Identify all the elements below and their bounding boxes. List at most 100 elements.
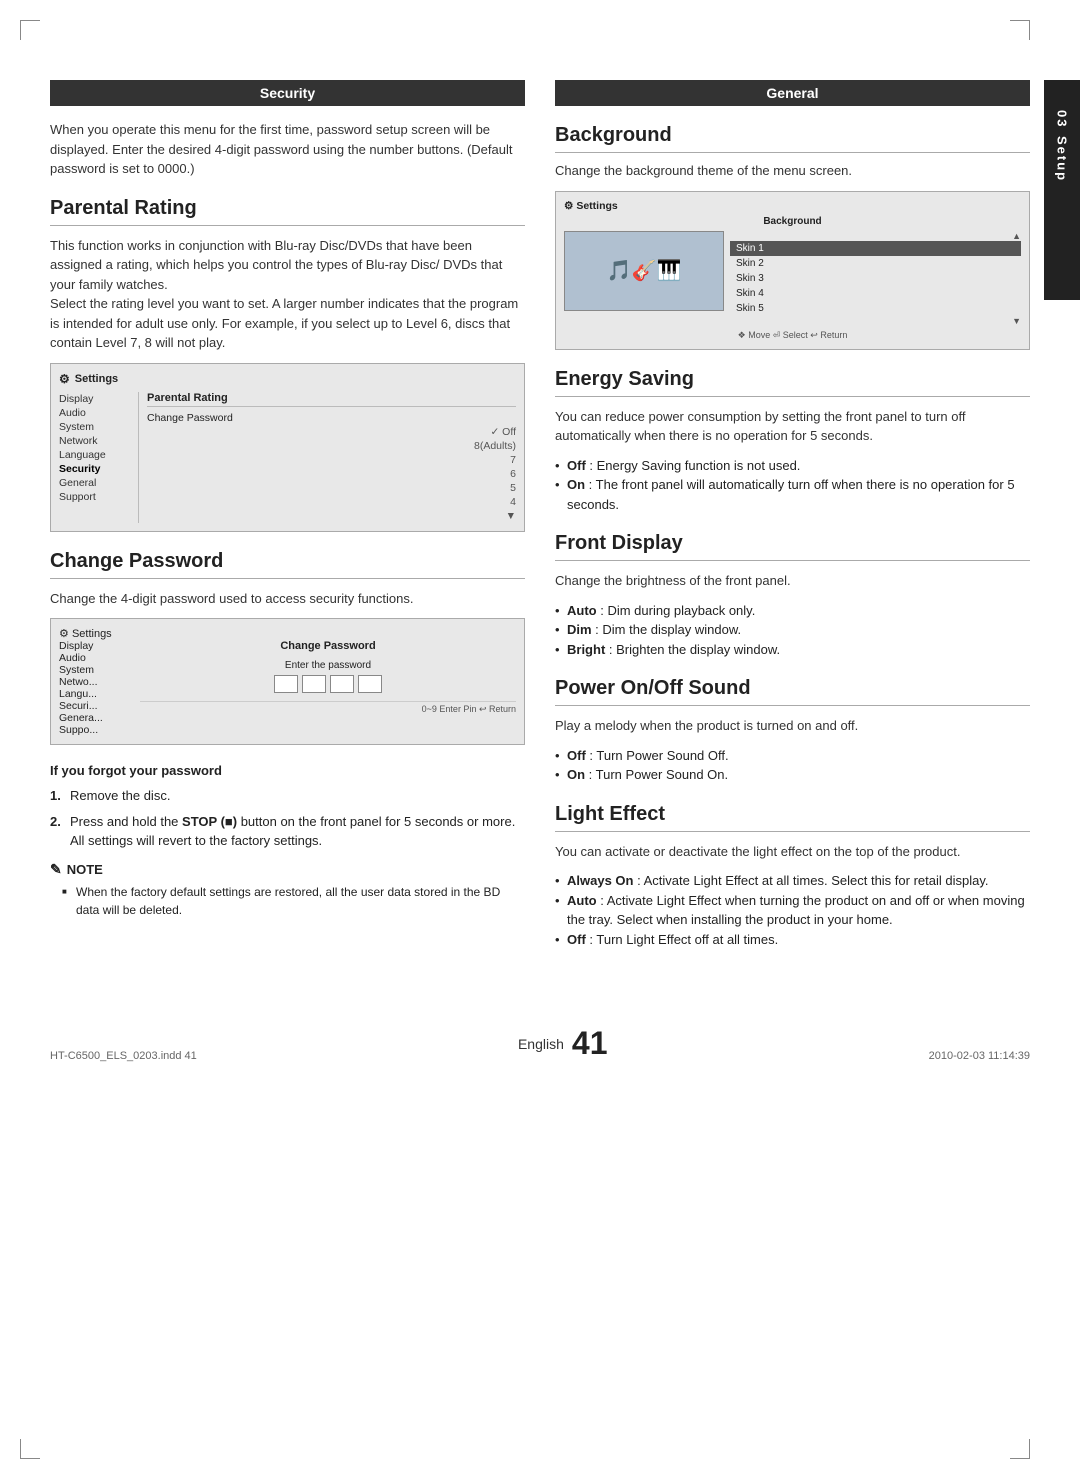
cp-menu-display: Display	[59, 640, 134, 652]
gear-icon-bg: ⚙	[564, 200, 576, 212]
ps-off: Off : Turn Power Sound Off.	[555, 746, 1030, 766]
skin-4: Skin 4	[730, 286, 1021, 301]
forgot-password-section: If you forgot your password 1. Remove th…	[50, 763, 525, 919]
cp-menu-network: Netwo...	[59, 676, 134, 688]
gear-icon-cp: ⚙	[59, 628, 69, 640]
energy-saving-bullets: Off : Energy Saving function is not used…	[555, 456, 1030, 515]
parental-rating-mockup: ⚙ Settings Display Audio System Network …	[50, 363, 525, 532]
mockup-right-content: Parental Rating Change Password ✓ Off 8(…	[139, 392, 516, 523]
change-password-mockup: ⚙ Settings Display Audio System Netwo...…	[50, 618, 525, 745]
note-list: When the factory default settings are re…	[50, 883, 525, 919]
mockup-row-5: 5	[147, 481, 516, 495]
skin-5: Skin 5	[730, 301, 1021, 316]
page-footer: HT-C6500_ELS_0203.indd 41 English 41 201…	[0, 1015, 1080, 1072]
cp-menu-language: Langu...	[59, 688, 134, 700]
note-item-1: When the factory default settings are re…	[62, 883, 525, 919]
power-sound-body: Play a melody when the product is turned…	[555, 716, 1030, 736]
note-title: ✎ NOTE	[50, 861, 525, 878]
content-wrapper: Security When you operate this menu for …	[0, 40, 1080, 995]
mockup-row-off: ✓ Off	[147, 425, 516, 439]
energy-off: Off : Energy Saving function is not used…	[555, 456, 1030, 476]
light-effect-title: Light Effect	[555, 803, 1030, 832]
mockup-row-arrow: ▼	[147, 509, 516, 523]
front-display-title: Front Display	[555, 532, 1030, 561]
menu-general: General	[59, 476, 132, 490]
menu-display: Display	[59, 392, 132, 406]
bg-mock-settings-label: Settings	[576, 200, 617, 212]
le-always-on: Always On : Activate Light Effect at all…	[555, 871, 1030, 891]
mockup-left-menu: Display Audio System Network Language Se…	[59, 392, 139, 523]
skin-1: Skin 1	[730, 241, 1021, 256]
energy-on: On : The front panel will automatically …	[555, 475, 1030, 514]
menu-audio: Audio	[59, 406, 132, 420]
light-effect-body: You can activate or deactivate the light…	[555, 842, 1030, 862]
bg-mock-nav: ❖ Move ⏎ Select ↩ Return	[564, 330, 1021, 341]
cp-menu-audio: Audio	[59, 652, 134, 664]
side-tab-number: 03	[1055, 110, 1070, 128]
corner-mark-bl	[20, 1439, 40, 1459]
power-sound-title: Power On/Off Sound	[555, 677, 1030, 706]
note-label: NOTE	[67, 862, 103, 877]
energy-saving-body: You can reduce power consumption by sett…	[555, 407, 1030, 446]
mockup-title: ⚙ Settings	[59, 372, 516, 386]
mockup-row-changepass: Change Password	[147, 411, 516, 425]
step-1: 1. Remove the disc.	[50, 786, 525, 806]
cp-mock-body: Display Audio System Netwo... Langu... S…	[59, 640, 516, 736]
gear-icon: ⚙	[59, 372, 70, 386]
energy-saving-title: Energy Saving	[555, 368, 1030, 397]
security-header: Security	[50, 80, 525, 106]
side-tab: 03 Setup	[1044, 80, 1080, 300]
note-pencil-icon: ✎	[50, 861, 62, 878]
menu-system: System	[59, 420, 132, 434]
mockup-row-7: 7	[147, 453, 516, 467]
right-column: General Background Change the background…	[555, 80, 1030, 955]
english-label: English	[518, 1036, 564, 1052]
background-title: Background	[555, 124, 1030, 153]
cp-mockup-title-label: Settings	[72, 628, 112, 640]
parental-rating-title: Parental Rating	[50, 197, 525, 226]
mockup-right-header: Parental Rating	[147, 392, 516, 407]
power-sound-bullets: Off : Turn Power Sound Off. On : Turn Po…	[555, 746, 1030, 785]
parental-rating-body: This function works in conjunction with …	[50, 236, 525, 353]
cp-box-1	[274, 675, 298, 693]
cp-enter-label: Enter the password	[140, 660, 516, 671]
left-column: Security When you operate this menu for …	[50, 80, 525, 955]
footer-right: 2010-02-03 11:14:39	[929, 1050, 1030, 1062]
cp-menu-general: Genera...	[59, 712, 134, 724]
cp-menu-security: Securi...	[59, 700, 134, 712]
side-tab-label: Setup	[1055, 136, 1070, 182]
page-number: 41	[572, 1025, 608, 1062]
cp-mock-right: Change Password Enter the password 0~9 E…	[134, 640, 516, 736]
light-effect-bullets: Always On : Activate Light Effect at all…	[555, 871, 1030, 949]
cp-box-2	[302, 675, 326, 693]
mockup-row-4: 4	[147, 495, 516, 509]
cp-mock-left-menu: Display Audio System Netwo... Langu... S…	[59, 640, 134, 736]
note-box: ✎ NOTE When the factory default settings…	[50, 861, 525, 919]
cp-menu-support: Suppo...	[59, 724, 134, 736]
step-2: 2. Press and hold the STOP (■) button on…	[50, 812, 525, 851]
cp-mock-nav: 0~9 Enter Pin ↩ Return	[140, 701, 516, 715]
bg-skins-list: ▲ Skin 1 Skin 2 Skin 3 Skin 4 Skin 5 ▼	[730, 231, 1021, 326]
cp-content-title: Change Password	[140, 640, 516, 652]
corner-mark-tl	[20, 20, 40, 40]
le-off: Off : Turn Light Effect off at all times…	[555, 930, 1030, 950]
background-body: Change the background theme of the menu …	[555, 161, 1030, 181]
fd-dim: Dim : Dim the display window.	[555, 620, 1030, 640]
mockup-row-6: 6	[147, 467, 516, 481]
front-display-body: Change the brightness of the front panel…	[555, 571, 1030, 591]
bg-preview: 🎵🎸🎹	[564, 231, 724, 311]
ps-on: On : Turn Power Sound On.	[555, 765, 1030, 785]
footer-left: HT-C6500_ELS_0203.indd 41	[50, 1050, 197, 1062]
cp-box-4	[358, 675, 382, 693]
mockup-title-label: Settings	[75, 373, 118, 385]
cp-box-3	[330, 675, 354, 693]
fd-auto: Auto : Dim during playback only.	[555, 601, 1030, 621]
corner-mark-tr	[1010, 20, 1030, 40]
change-password-title: Change Password	[50, 550, 525, 579]
cp-password-boxes	[140, 675, 516, 693]
cp-menu-system: System	[59, 664, 134, 676]
front-display-bullets: Auto : Dim during playback only. Dim : D…	[555, 601, 1030, 660]
mockup-body: Display Audio System Network Language Se…	[59, 392, 516, 523]
page-container: 03 Setup Security When you operate this …	[0, 0, 1080, 1479]
background-mockup: ⚙ Settings Background 🎵🎸🎹 ▲ Skin 1 Skin …	[555, 191, 1030, 350]
